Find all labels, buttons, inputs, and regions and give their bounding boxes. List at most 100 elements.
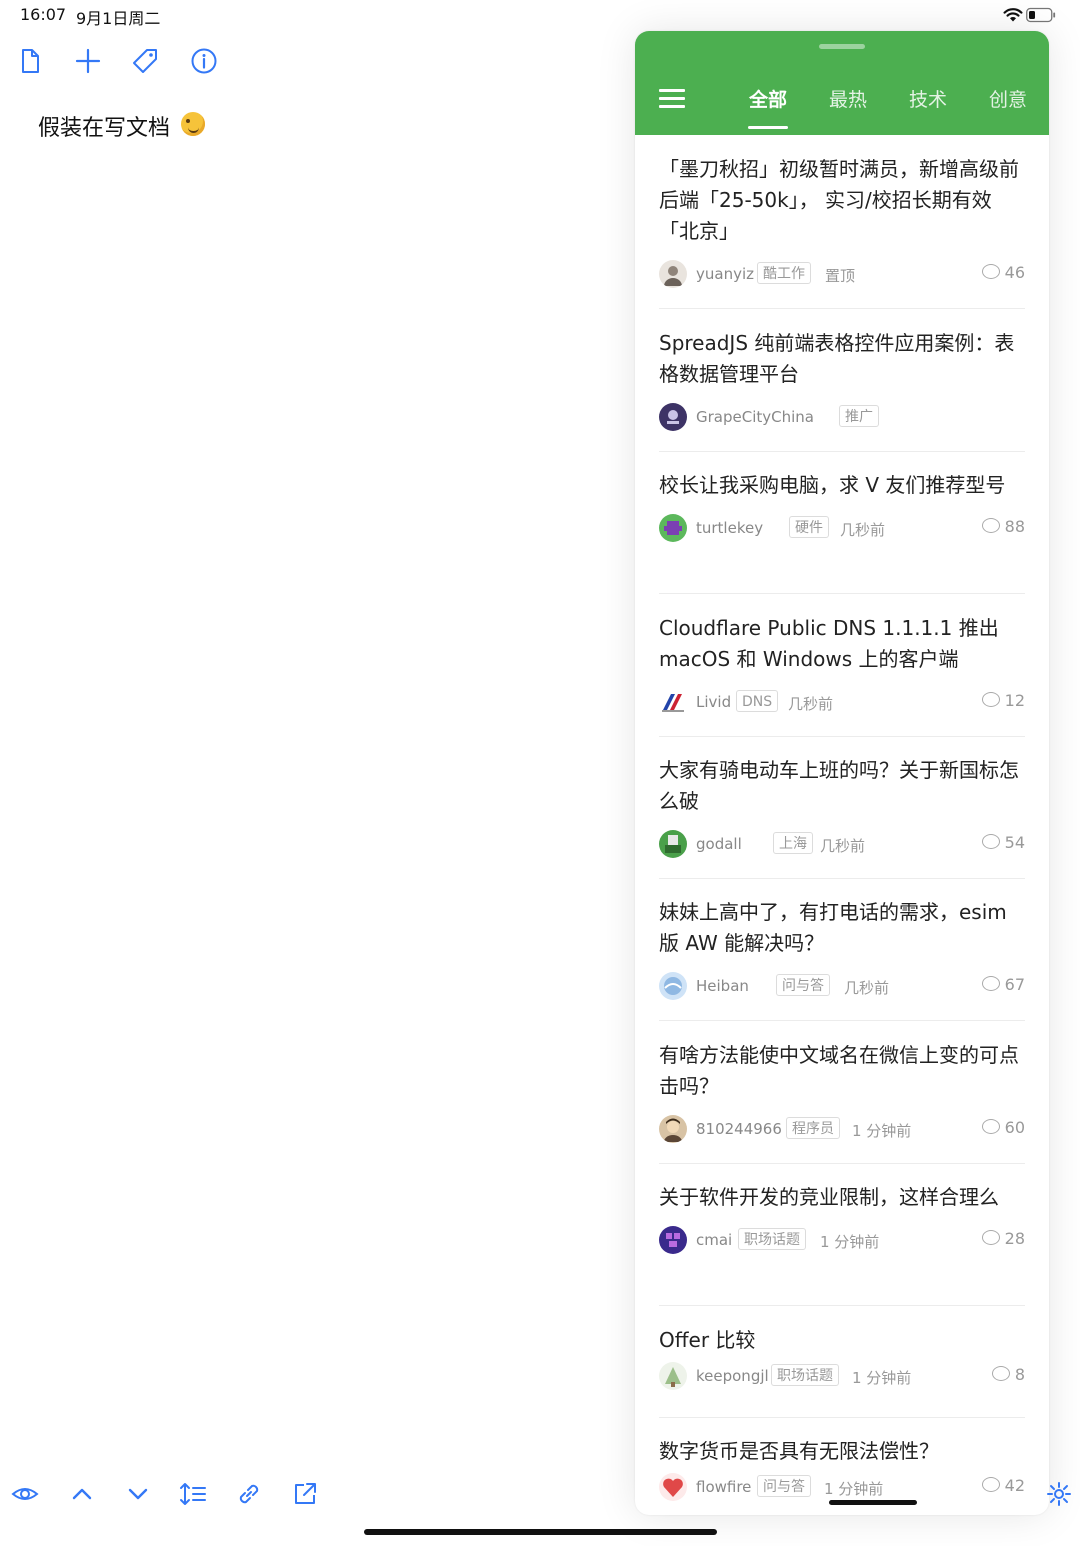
- gear-icon[interactable]: [1045, 1480, 1073, 1508]
- comment-bubble-icon: [991, 1366, 1010, 1381]
- topic-meta: cmai 职场话题 1 分钟前 28: [659, 1224, 1025, 1254]
- topic-author[interactable]: Heiban: [696, 977, 749, 995]
- topic-node-badge[interactable]: 职场话题: [738, 1228, 806, 1250]
- avatar[interactable]: [659, 688, 687, 716]
- tab-tech[interactable]: 技术: [909, 85, 947, 112]
- topic-time: 几秒前: [820, 837, 866, 855]
- topic-item[interactable]: Cloudflare Public DNS 1.1.1.1 推出 macOS 和…: [659, 613, 1025, 716]
- topic-author[interactable]: GrapeCityChina: [696, 408, 814, 426]
- topic-meta: yuanyiz 酷工作 置顶 46: [659, 258, 1025, 288]
- line-spacing-icon[interactable]: [179, 1480, 207, 1508]
- hamburger-menu-icon[interactable]: [659, 89, 685, 109]
- avatar[interactable]: [659, 403, 687, 431]
- topic-time: 1 分钟前: [820, 1233, 880, 1251]
- topic-title[interactable]: 有啥方法能使中文域名在微信上变的可点击吗？: [659, 1040, 1025, 1102]
- topic-author[interactable]: yuanyiz: [696, 265, 754, 283]
- divider: [659, 736, 1025, 737]
- divider: [659, 308, 1025, 309]
- comment-bubble-icon: [981, 1230, 1000, 1245]
- topic-item[interactable]: 大家有骑电动车上班的吗？关于新国标怎么破 godall 上海 几秒前 54: [659, 755, 1025, 858]
- avatar[interactable]: [659, 514, 687, 542]
- topic-author[interactable]: flowfire: [696, 1478, 751, 1496]
- avatar[interactable]: [659, 1362, 687, 1390]
- topic-node-badge[interactable]: 问与答: [757, 1475, 811, 1497]
- divider: [659, 593, 1025, 594]
- chevron-down-icon[interactable]: [124, 1480, 152, 1508]
- topic-time: 1 分钟前: [824, 1480, 884, 1498]
- topic-meta: GrapeCityChina 推广: [659, 401, 1025, 431]
- tag-icon[interactable]: [130, 46, 160, 76]
- topic-reply-count: 67: [981, 975, 1025, 994]
- topic-time: 1 分钟前: [852, 1122, 912, 1140]
- topic-time: 几秒前: [844, 979, 890, 997]
- topic-title[interactable]: 妹妹上高中了，有打电话的需求，esim 版 AW 能解决吗？: [659, 897, 1025, 959]
- topic-node-badge[interactable]: 推广: [839, 405, 879, 427]
- topic-item[interactable]: 关于软件开发的竞业限制，这样合理么 cmai 职场话题 1 分钟前 28: [659, 1182, 1025, 1254]
- avatar[interactable]: [659, 972, 687, 1000]
- topic-item[interactable]: SpreadJS 纯前端表格控件应用案例：表格数据管理平台 GrapeCityC…: [659, 328, 1025, 431]
- status-date: 9月1日周二: [76, 9, 161, 28]
- tab-all[interactable]: 全部: [749, 85, 787, 112]
- topic-time: 置顶: [825, 267, 856, 285]
- topic-item[interactable]: 「墨刀秋招」初级暂时满员，新增高级前后端「25-50k」， 实习/校招长期有效「…: [659, 154, 1025, 288]
- info-icon[interactable]: [189, 46, 219, 76]
- topic-title[interactable]: Offer 比较: [659, 1325, 1025, 1356]
- comment-bubble-icon: [981, 692, 1000, 707]
- topic-author[interactable]: keepongjl: [696, 1367, 769, 1385]
- plus-icon[interactable]: [73, 46, 103, 76]
- share-icon[interactable]: [291, 1480, 319, 1508]
- topic-title[interactable]: 关于软件开发的竞业限制，这样合理么: [659, 1182, 1025, 1213]
- topic-item[interactable]: 数字货币是否具有无限法偿性？ flowfire 问与答 1 分钟前 42: [659, 1436, 1025, 1501]
- topic-item[interactable]: 校长让我采购电脑，求 V 友们推荐型号 turtlekey 硬件 几秒前 88: [659, 470, 1025, 542]
- chevron-up-icon[interactable]: [68, 1480, 96, 1508]
- topic-author[interactable]: godall: [696, 835, 742, 853]
- topic-title[interactable]: 数字货币是否具有无限法偿性？: [659, 1436, 1025, 1467]
- divider: [659, 1020, 1025, 1021]
- topic-meta: keepongjl 职场话题 1 分钟前 8: [659, 1360, 1025, 1390]
- avatar[interactable]: [659, 830, 687, 858]
- topic-node-badge[interactable]: 问与答: [776, 974, 830, 996]
- topic-node-badge[interactable]: 上海: [773, 832, 813, 854]
- document-text[interactable]: 假装在写文档: [38, 110, 170, 142]
- topic-meta: 810244966 程序员 1 分钟前 60: [659, 1113, 1025, 1143]
- avatar[interactable]: [659, 260, 687, 288]
- topic-title[interactable]: 大家有骑电动车上班的吗？关于新国标怎么破: [659, 755, 1025, 817]
- topic-item[interactable]: Offer 比较 keepongjl 职场话题 1 分钟前 8: [659, 1325, 1025, 1390]
- topic-title[interactable]: 「墨刀秋招」初级暂时满员，新增高级前后端「25-50k」， 实习/校招长期有效「…: [659, 154, 1025, 247]
- topic-author[interactable]: 810244966: [696, 1120, 782, 1138]
- topic-item[interactable]: 有啥方法能使中文域名在微信上变的可点击吗？ 810244966 程序员 1 分钟…: [659, 1040, 1025, 1143]
- topic-title[interactable]: SpreadJS 纯前端表格控件应用案例：表格数据管理平台: [659, 328, 1025, 390]
- avatar[interactable]: [659, 1473, 687, 1501]
- topic-title[interactable]: Cloudflare Public DNS 1.1.1.1 推出 macOS 和…: [659, 613, 1025, 675]
- document-icon[interactable]: [15, 46, 45, 76]
- topic-node-badge[interactable]: DNS: [736, 690, 779, 712]
- link-icon[interactable]: [235, 1480, 263, 1508]
- topic-author[interactable]: cmai: [696, 1231, 732, 1249]
- avatar[interactable]: [659, 1115, 687, 1143]
- topic-node-badge[interactable]: 硬件: [789, 516, 829, 538]
- status-bar: 16:07 9月1日周二: [0, 0, 1080, 32]
- topic-node-badge[interactable]: 职场话题: [771, 1364, 839, 1386]
- screen: 16:07 9月1日周二 假装在写文档 全部 最热 技术 创意 「墨刀秋招」初级…: [0, 0, 1080, 1546]
- eye-icon[interactable]: [11, 1480, 39, 1508]
- comment-bubble-icon: [981, 976, 1000, 991]
- topic-title[interactable]: 校长让我采购电脑，求 V 友们推荐型号: [659, 470, 1025, 501]
- topic-item[interactable]: 妹妹上高中了，有打电话的需求，esim 版 AW 能解决吗？ Heiban 问与…: [659, 897, 1025, 1000]
- avatar[interactable]: [659, 1226, 687, 1254]
- zany-face-emoji-icon: [181, 112, 205, 136]
- home-indicator[interactable]: [364, 1529, 717, 1535]
- topic-node-badge[interactable]: 酷工作: [757, 262, 811, 284]
- topic-author[interactable]: Livid: [696, 693, 731, 711]
- topic-meta: turtlekey 硬件 几秒前 88: [659, 512, 1025, 542]
- topic-meta: godall 上海 几秒前 54: [659, 828, 1025, 858]
- tab-creative[interactable]: 创意: [989, 85, 1027, 112]
- battery-icon: [1026, 7, 1056, 23]
- topic-node-badge[interactable]: 程序员: [786, 1117, 840, 1139]
- divider: [659, 878, 1025, 879]
- topic-author[interactable]: turtlekey: [696, 519, 763, 537]
- panel-home-indicator[interactable]: [829, 1500, 917, 1505]
- topic-reply-count: 8: [991, 1365, 1025, 1384]
- divider: [659, 451, 1025, 452]
- panel-grabber[interactable]: [819, 44, 865, 49]
- tab-hot[interactable]: 最热: [829, 85, 867, 112]
